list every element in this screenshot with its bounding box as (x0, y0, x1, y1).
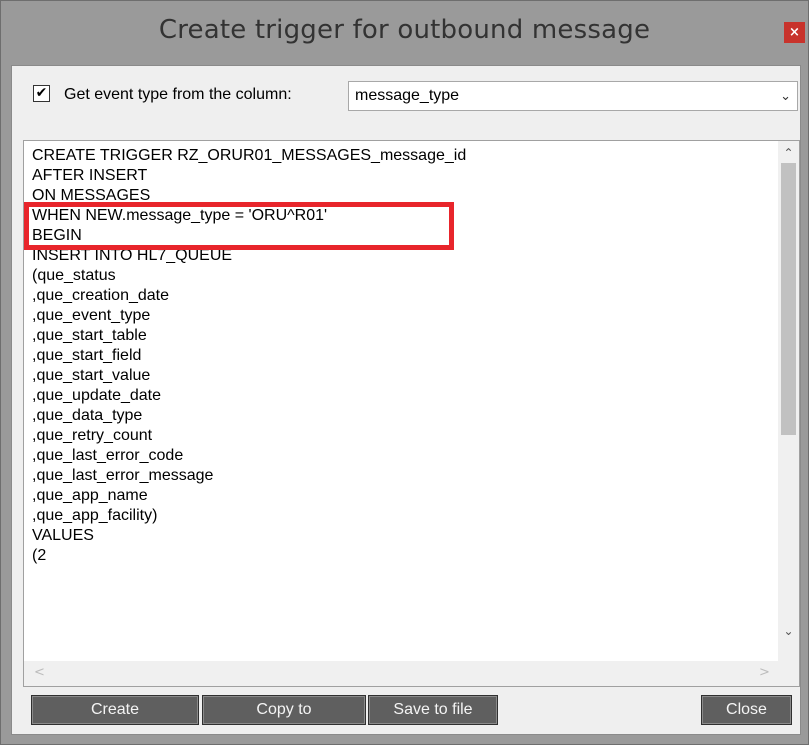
code-line: ,que_creation_date (32, 287, 169, 304)
code-line: ,que_event_type (32, 307, 151, 324)
code-line: ,que_last_error_code (32, 447, 184, 464)
code-line: ,que_data_type (32, 407, 143, 424)
scroll-up-icon[interactable]: ⌃ (778, 146, 799, 162)
code-line: (que_status (32, 267, 116, 284)
scroll-left-icon[interactable]: < (34, 665, 45, 680)
code-line: ,que_update_date (32, 387, 162, 404)
get-event-type-checkbox[interactable]: ✔ (33, 85, 50, 102)
scrollbar-thumb[interactable] (781, 163, 796, 435)
scrollbar-corner (778, 661, 799, 686)
code-line: ON MESSAGES (32, 187, 151, 204)
close-button[interactable]: Close (701, 695, 792, 725)
code-line: ,que_app_facility) (32, 507, 158, 524)
create-button[interactable]: Create (31, 695, 199, 725)
horizontal-scrollbar[interactable]: < > (24, 661, 778, 686)
code-line: BEGIN (32, 227, 82, 244)
code-line: VALUES (32, 527, 94, 544)
save-to-file-button[interactable]: Save to file (368, 695, 498, 725)
code-line: AFTER INSERT (32, 167, 148, 184)
close-icon[interactable]: × (784, 22, 805, 43)
code-line: ,que_app_name (32, 487, 148, 504)
sql-code-lines: CREATE TRIGGER RZ_ORUR01_MESSAGES_messag… (32, 146, 778, 566)
event-column-value: message_type (355, 87, 460, 104)
scroll-down-icon[interactable]: ⌄ (778, 624, 799, 640)
create-trigger-dialog: Create trigger for outbound message × ✔ … (0, 0, 809, 745)
vertical-scrollbar[interactable]: ⌃ ⌄ (778, 141, 799, 661)
code-line: ,que_start_field (32, 347, 142, 364)
chevron-down-icon[interactable]: ⌄ (780, 89, 791, 104)
code-line: ,que_start_value (32, 367, 151, 384)
code-line: CREATE TRIGGER RZ_ORUR01_MESSAGES_messag… (32, 147, 467, 164)
code-line: ,que_last_error_message (32, 467, 214, 484)
scroll-right-icon[interactable]: > (759, 665, 770, 680)
code-line: WHEN NEW.message_type = 'ORU^R01' (32, 207, 328, 224)
code-line: ,que_retry_count (32, 427, 153, 444)
code-line: ,que_start_table (32, 327, 147, 344)
title-bar[interactable]: Create trigger for outbound message × (1, 1, 808, 61)
dialog-body: ✔ Get event type from the column: messag… (11, 65, 801, 735)
event-column-select[interactable]: message_type ⌄ (348, 81, 798, 111)
code-line: (2 (32, 547, 47, 564)
get-event-type-label[interactable]: Get event type from the column: (64, 86, 292, 104)
dialog-title: Create trigger for outbound message (158, 15, 651, 45)
code-line: INSERT INTO HL7_QUEUE (32, 247, 233, 264)
copy-to-button[interactable]: Copy to (202, 695, 366, 725)
trigger-sql-textarea[interactable]: CREATE TRIGGER RZ_ORUR01_MESSAGES_messag… (23, 140, 800, 687)
